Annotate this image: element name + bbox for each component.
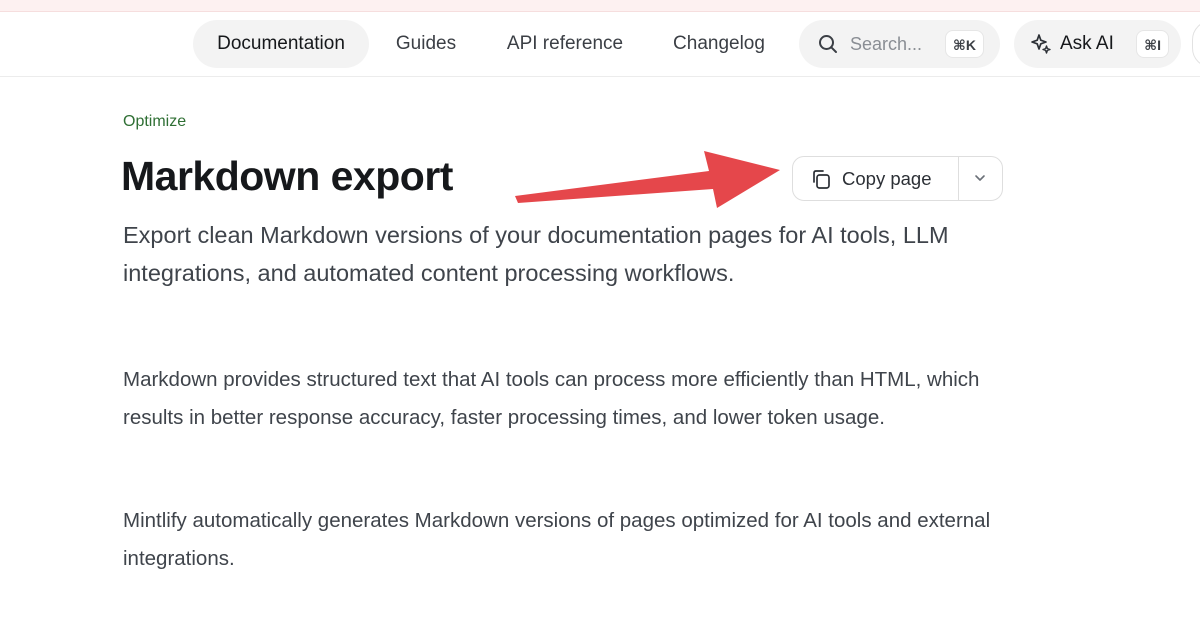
body-paragraph: Mintlify automatically generates Markdow…	[123, 509, 991, 570]
top-navbar: Documentation Guides API reference Chang…	[0, 12, 1200, 77]
copy-icon	[813, 170, 830, 189]
tab-guides[interactable]: Guides	[380, 20, 472, 68]
page-subtitle: Export clean Markdown versions of your d…	[123, 222, 949, 286]
page-title: Markdown export	[121, 153, 453, 199]
section-eyebrow: Optimize	[123, 113, 187, 130]
body-paragraph: Markdown provides structured text that A…	[123, 368, 980, 429]
copy-page-button[interactable]: Copy page	[793, 157, 958, 200]
chevron-down-icon	[975, 175, 985, 181]
sparkle-icon	[1031, 34, 1051, 54]
copy-page-control: Copy page	[792, 156, 1003, 201]
search-shortcut-badge: ⌘K	[944, 30, 984, 58]
search-icon	[819, 35, 837, 53]
tab-changelog[interactable]: Changelog	[656, 20, 782, 68]
top-banner-strip	[0, 0, 1200, 12]
ask-ai-label: Ask AI	[1060, 33, 1114, 54]
tab-api-reference[interactable]: API reference	[490, 20, 640, 68]
search-placeholder: Search...	[850, 34, 923, 54]
tab-documentation[interactable]: Documentation	[193, 20, 369, 68]
copy-page-label: Copy page	[842, 168, 932, 189]
copy-page-menu-button[interactable]	[959, 157, 1002, 200]
search-input[interactable]: Search... ⌘K	[799, 20, 1000, 68]
ask-ai-button[interactable]: Ask AI ⌘I	[1014, 20, 1181, 68]
ask-ai-shortcut-badge: ⌘I	[1136, 30, 1169, 58]
theme-toggle-button[interactable]	[1192, 20, 1200, 68]
